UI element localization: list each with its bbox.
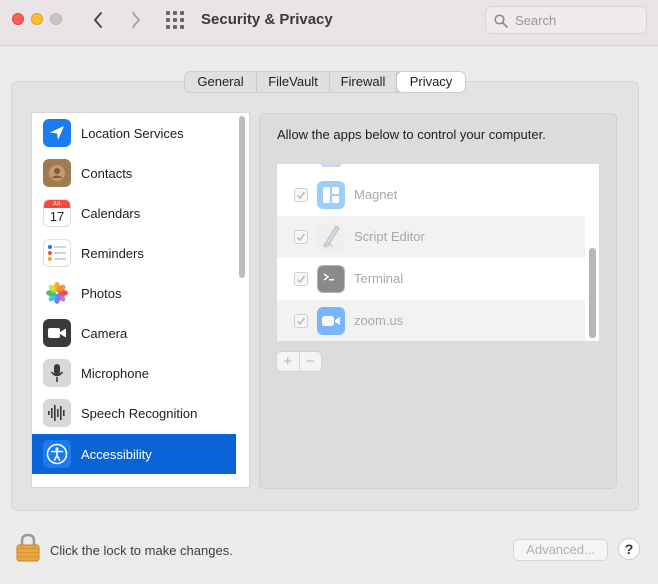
camera-icon bbox=[43, 319, 71, 347]
sidebar-item-reminders[interactable]: Reminders bbox=[32, 233, 236, 273]
terminal-icon bbox=[317, 265, 345, 293]
remove-app-button[interactable]: − bbox=[300, 352, 322, 371]
list-item[interactable]: Magnet bbox=[277, 174, 585, 216]
sidebar-item-label: Microphone bbox=[81, 365, 149, 381]
add-app-button[interactable]: + bbox=[277, 352, 300, 371]
sidebar-item-label: Accessibility bbox=[81, 446, 152, 462]
magnet-app-icon bbox=[317, 181, 345, 209]
photos-icon bbox=[43, 279, 71, 307]
accessibility-icon bbox=[43, 440, 71, 468]
tab-filevault[interactable]: FileVault bbox=[257, 72, 330, 92]
privacy-category-list[interactable]: Location Services Contacts JUL 17 Calend… bbox=[31, 112, 250, 488]
sidebar-item-photos[interactable]: Photos bbox=[32, 273, 236, 313]
app-name: Terminal bbox=[354, 271, 404, 286]
sidebar-item-location-services[interactable]: Location Services bbox=[32, 113, 236, 153]
add-remove-control: + − bbox=[276, 351, 322, 372]
sidebar-item-label: Camera bbox=[81, 325, 128, 341]
checkmark-icon bbox=[296, 275, 306, 284]
app-checkbox[interactable] bbox=[294, 188, 308, 202]
padlock-icon bbox=[16, 533, 40, 562]
sidebar-item-microphone[interactable]: Microphone bbox=[32, 353, 236, 393]
tab-bar: General FileVault Firewall Privacy bbox=[184, 71, 466, 93]
tab-privacy[interactable]: Privacy bbox=[397, 72, 465, 92]
checkmark-icon bbox=[296, 317, 306, 326]
sidebar-item-calendars[interactable]: JUL 17 Calendars bbox=[32, 193, 236, 233]
app-checkbox[interactable] bbox=[294, 314, 308, 328]
sidebar-item-label: Contacts bbox=[81, 165, 133, 181]
list-item[interactable]: Script Editor bbox=[277, 216, 585, 258]
app-name: Magnet bbox=[354, 187, 398, 202]
title-bar: Security & Privacy bbox=[0, 0, 658, 46]
minimize-window-button[interactable] bbox=[31, 13, 43, 25]
calendar-icon: JUL 17 bbox=[43, 199, 71, 227]
search-icon bbox=[494, 14, 508, 28]
microphone-icon bbox=[43, 359, 71, 387]
help-button[interactable]: ? bbox=[618, 538, 640, 560]
permission-description: Allow the apps below to control your com… bbox=[277, 127, 546, 142]
advanced-button[interactable]: Advanced... bbox=[513, 539, 608, 561]
app-checkbox[interactable] bbox=[294, 230, 308, 244]
list-item[interactable]: Terminal bbox=[277, 258, 585, 300]
sidebar-item-accessibility[interactable]: Accessibility bbox=[32, 434, 236, 474]
location-arrow-icon bbox=[43, 119, 71, 147]
app-name: zoom.us bbox=[354, 313, 404, 328]
app-list-scrollbar[interactable] bbox=[589, 248, 596, 338]
chevron-left-icon bbox=[94, 12, 102, 28]
lock-button[interactable] bbox=[15, 533, 41, 563]
contacts-icon bbox=[43, 159, 71, 187]
partially-hidden-app-icon bbox=[321, 164, 341, 167]
waveform-icon bbox=[43, 399, 71, 427]
show-all-grid-button[interactable] bbox=[166, 11, 186, 29]
sidebar-item-label: Calendars bbox=[81, 205, 141, 221]
sidebar-item-label: Photos bbox=[81, 285, 122, 301]
window-title: Security & Privacy bbox=[201, 11, 333, 28]
list-item[interactable]: zoom.us bbox=[277, 300, 585, 341]
checkmark-icon bbox=[296, 191, 306, 200]
tab-firewall[interactable]: Firewall bbox=[330, 72, 397, 92]
app-checkbox[interactable] bbox=[294, 272, 308, 286]
back-button[interactable] bbox=[88, 9, 108, 31]
script-editor-icon bbox=[317, 223, 345, 251]
search-input[interactable] bbox=[515, 11, 640, 29]
zoom-window-button[interactable] bbox=[50, 13, 62, 25]
sidebar-item-camera[interactable]: Camera bbox=[32, 313, 236, 353]
zoom-icon bbox=[317, 307, 345, 335]
app-name: Script Editor bbox=[354, 229, 425, 244]
app-list[interactable]: Magnet Script Editor Terminal zoom.us bbox=[276, 163, 600, 342]
sidebar-item-label: Reminders bbox=[81, 245, 144, 261]
sidebar-item-speech-recognition[interactable]: Speech Recognition bbox=[32, 393, 236, 433]
sidebar-scrollbar[interactable] bbox=[239, 116, 245, 278]
chevron-right-icon bbox=[132, 12, 140, 28]
sidebar-item-label: Speech Recognition bbox=[81, 405, 198, 421]
sidebar-item-contacts[interactable]: Contacts bbox=[32, 153, 236, 193]
reminders-icon bbox=[43, 239, 71, 267]
forward-button[interactable] bbox=[126, 9, 146, 31]
lock-message: Click the lock to make changes. bbox=[50, 543, 233, 558]
tab-general[interactable]: General bbox=[185, 72, 257, 92]
search-field[interactable] bbox=[485, 6, 647, 34]
sidebar-item-label: Location Services bbox=[81, 125, 184, 141]
checkmark-icon bbox=[296, 233, 306, 242]
close-window-button[interactable] bbox=[12, 13, 24, 25]
